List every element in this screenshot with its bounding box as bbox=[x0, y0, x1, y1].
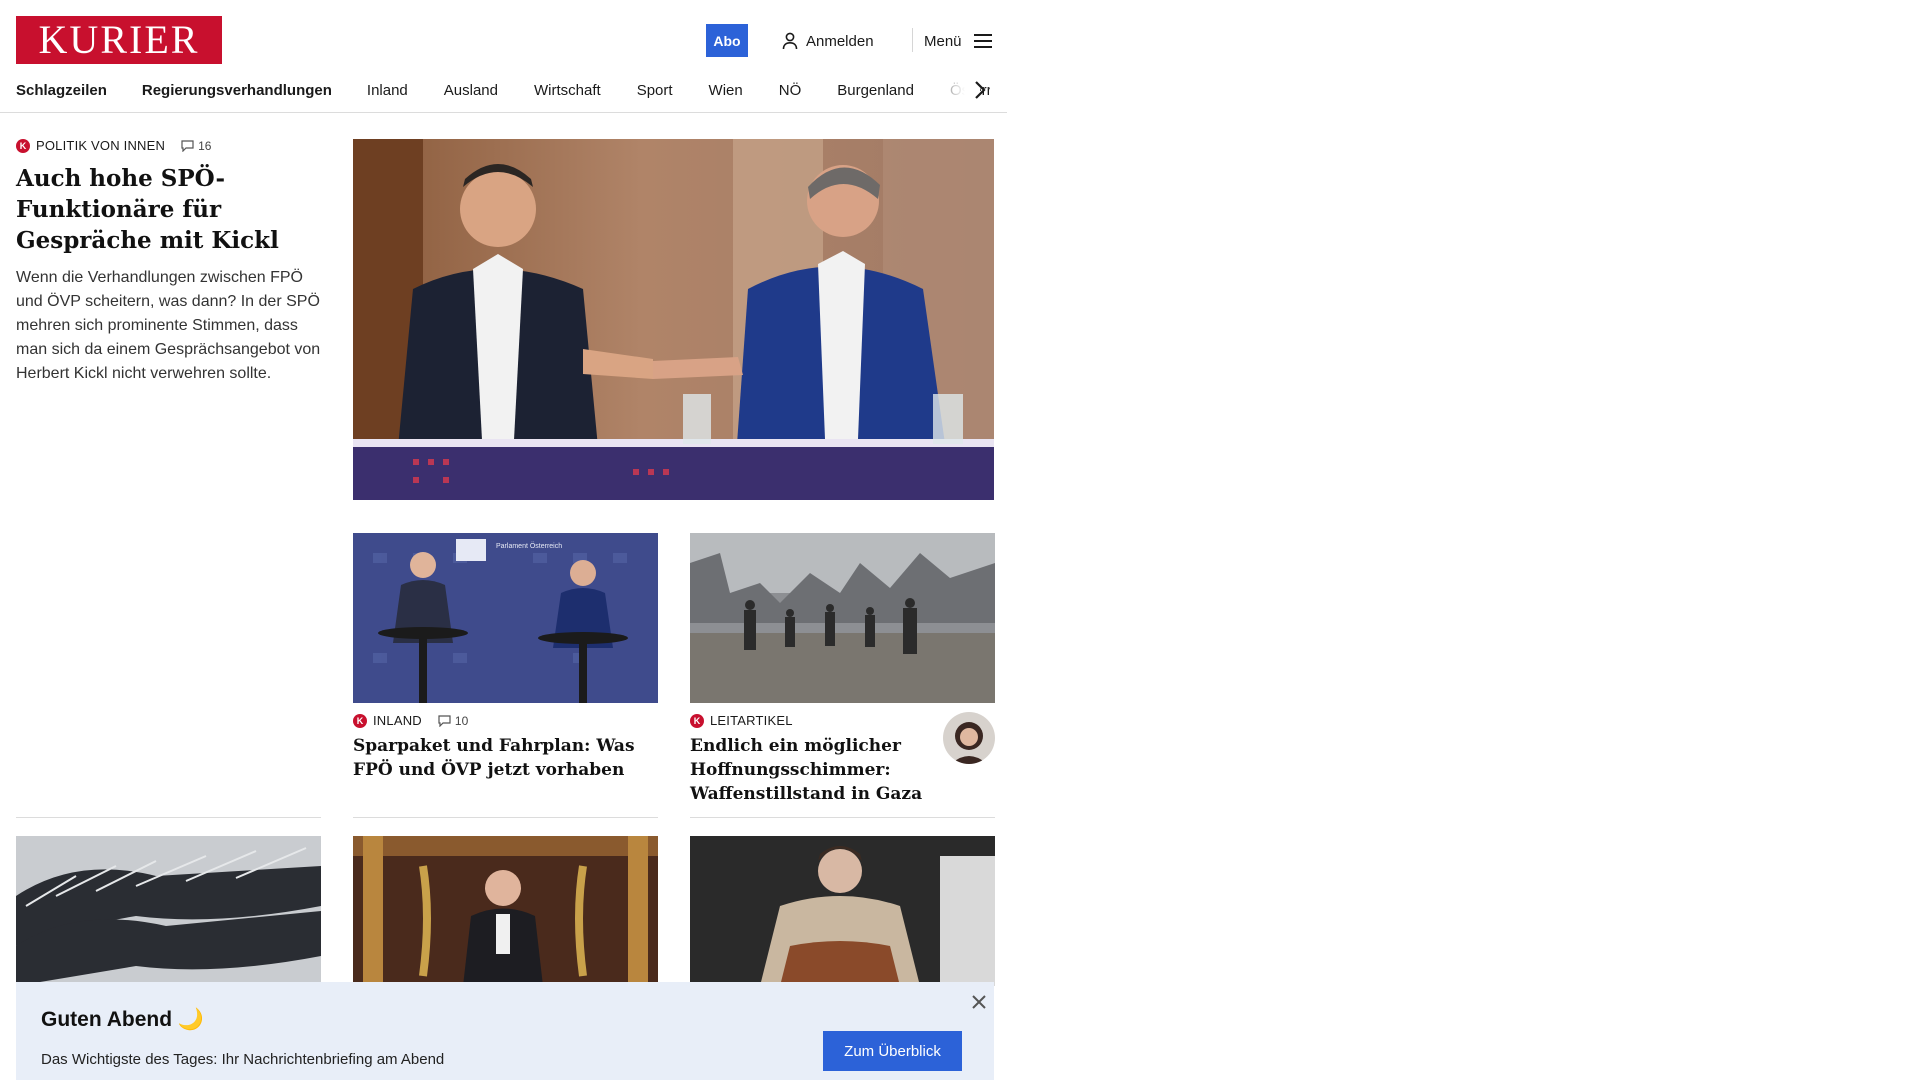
row-divider bbox=[353, 817, 658, 818]
nav-item-noe[interactable]: NÖ bbox=[779, 82, 802, 99]
comment-count[interactable]: 10 bbox=[438, 714, 468, 728]
section-nav: Schlagzeilen Regierungsverhandlungen Inl… bbox=[16, 76, 990, 104]
login-label: Anmelden bbox=[806, 32, 874, 50]
nav-item-ausland[interactable]: Ausland bbox=[444, 82, 498, 99]
article-image-cars[interactable] bbox=[16, 836, 321, 986]
banner-greeting: Guten Abend 🌙 bbox=[41, 1008, 205, 1031]
login-button[interactable]: Anmelden bbox=[782, 29, 874, 53]
gaza-ruins-photo bbox=[690, 533, 995, 703]
kicker-label: Inland bbox=[373, 713, 422, 728]
article-image-fashion[interactable] bbox=[690, 836, 995, 986]
article-image[interactable]: Parlament Österreich bbox=[353, 533, 658, 703]
parliament-speech-photo bbox=[353, 836, 658, 986]
nav-fade bbox=[920, 76, 980, 104]
chevron-right-icon[interactable] bbox=[972, 80, 988, 100]
nav-item-wirtschaft[interactable]: Wirtschaft bbox=[534, 82, 601, 99]
nav-item-sport[interactable]: Sport bbox=[637, 82, 673, 99]
fashion-photo bbox=[690, 836, 995, 986]
user-icon bbox=[782, 32, 798, 50]
menu-button[interactable]: Menü bbox=[924, 29, 992, 53]
article-image[interactable] bbox=[690, 533, 995, 703]
page: KURIER Abo Anmelden Menü Schlagzeilen Re… bbox=[0, 0, 1007, 1080]
article-image-parliament[interactable] bbox=[353, 836, 658, 986]
row-divider bbox=[690, 817, 995, 818]
kicker-label: Politik von innen bbox=[36, 138, 166, 153]
lead-kicker: K Politik von innen 16 bbox=[16, 138, 321, 153]
article-headline[interactable]: Sparpaket und Fahrplan: Was FPÖ und ÖVP … bbox=[353, 734, 658, 782]
article-headline[interactable]: Endlich ein möglicher Hoffnungsschimmer:… bbox=[690, 734, 930, 806]
kicker-label: Leitartikel bbox=[710, 713, 793, 728]
overview-button[interactable]: Zum Überblick bbox=[823, 1031, 962, 1071]
author-avatar[interactable] bbox=[943, 712, 995, 764]
card-kicker: K Inland 10 bbox=[353, 713, 658, 728]
nav-item-regierungsverhandlungen[interactable]: Regierungsverhandlungen bbox=[142, 82, 332, 99]
kurier-logo[interactable]: KURIER bbox=[16, 16, 222, 64]
nav-item-inland[interactable]: Inland bbox=[367, 82, 408, 99]
nav-item-schlagzeilen[interactable]: Schlagzeilen bbox=[16, 82, 107, 99]
article-card-leitartikel[interactable]: K Leitartikel Endlich ein möglicher Hoff… bbox=[690, 533, 995, 806]
comment-count-value: 16 bbox=[198, 138, 212, 153]
close-icon[interactable] bbox=[969, 992, 989, 1012]
cars-photo bbox=[16, 836, 321, 986]
header-divider bbox=[912, 28, 913, 52]
handshake-photo bbox=[353, 139, 994, 500]
nav-item-burgenland[interactable]: Burgenland bbox=[837, 82, 914, 99]
comment-icon bbox=[181, 139, 194, 152]
kurier-plus-icon: K bbox=[16, 138, 30, 153]
kurier-plus-icon: K bbox=[690, 713, 704, 728]
logo-text: KURIER bbox=[38, 17, 200, 62]
evening-briefing-banner: Guten Abend 🌙 Das Wichtigste des Tages: … bbox=[16, 982, 994, 1080]
comment-count-value: 10 bbox=[454, 713, 469, 728]
lead-teaser: Wenn die Verhandlungen zwischen FPÖ und … bbox=[16, 269, 321, 382]
nav-item-wien[interactable]: Wien bbox=[709, 82, 743, 99]
comment-icon bbox=[438, 714, 451, 727]
comment-count[interactable]: 16 bbox=[181, 139, 211, 153]
lead-headline[interactable]: Auch hohe SPÖ-Funktio­näre für Gespräche… bbox=[16, 163, 321, 256]
kurier-plus-icon: K bbox=[353, 713, 367, 728]
nav-divider-line bbox=[0, 112, 1007, 113]
author-photo bbox=[943, 712, 995, 764]
menu-label: Menü bbox=[924, 32, 962, 50]
press-conference-photo: Parlament Österreich bbox=[353, 533, 658, 703]
lead-article[interactable]: K Politik von innen 16 Auch hohe SPÖ-Fun… bbox=[16, 138, 321, 386]
lead-image[interactable] bbox=[353, 139, 994, 500]
article-card-inland[interactable]: Parlament Österreich K Inland 10 Sparpa bbox=[353, 533, 658, 782]
parliament-sign-text: Parlament Österreich bbox=[496, 542, 562, 550]
hamburger-icon bbox=[973, 34, 992, 48]
row-divider bbox=[16, 817, 321, 818]
abo-button[interactable]: Abo bbox=[706, 24, 748, 57]
banner-subtitle: Das Wichtigste des Tages: Ihr Nachrichte… bbox=[41, 1051, 445, 1068]
